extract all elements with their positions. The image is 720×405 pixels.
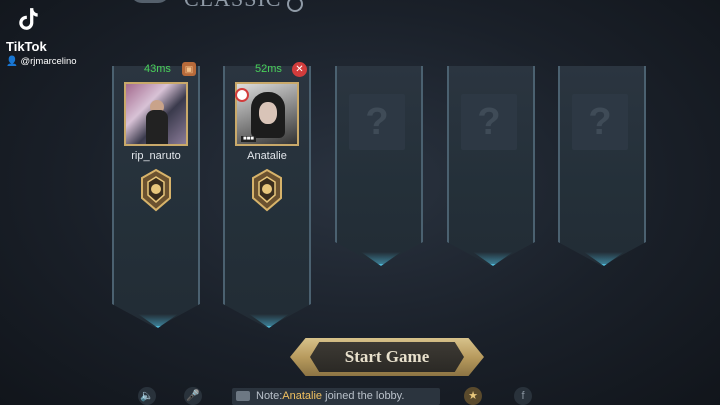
avatar-caption: ■■■: [241, 136, 256, 142]
player-slot-1[interactable]: 43ms ▣ rip_naruto: [112, 62, 200, 328]
question-mark-icon: ?: [588, 101, 612, 143]
chat-message: joined the lobby.: [322, 390, 405, 402]
speaker-icon[interactable]: 🔈: [138, 387, 156, 405]
ping-label: 52ms: [255, 63, 282, 75]
chat-bubble-icon: [236, 391, 250, 402]
empty-slot-4[interactable]: ?: [447, 66, 535, 266]
shop-icon[interactable]: ★: [464, 387, 482, 405]
player-avatar[interactable]: [124, 82, 188, 146]
report-icon[interactable]: ▣: [182, 62, 196, 76]
record-badge-icon: [235, 88, 249, 102]
question-mark-icon: ?: [365, 101, 389, 143]
empty-slot-3[interactable]: ?: [335, 66, 423, 266]
mode-logo-icon: [130, 0, 170, 3]
question-mark-icon: ?: [477, 101, 501, 143]
facebook-icon[interactable]: f: [514, 387, 532, 405]
chat-prefix: Note:: [256, 390, 283, 402]
game-mode-title: CLASSIC: [130, 0, 304, 12]
tiktok-brand: TikTok: [6, 39, 47, 54]
kick-button[interactable]: ✕: [292, 62, 307, 77]
player-name: Anatalie: [247, 150, 287, 162]
ping-label: 43ms: [144, 63, 171, 75]
empty-slot-5[interactable]: ?: [558, 66, 646, 266]
rank-emblem-icon: [141, 168, 171, 212]
start-game-button[interactable]: Start Game: [290, 338, 484, 376]
chat-player: Anatalie: [282, 390, 323, 402]
player-name: rip_naruto: [131, 150, 181, 162]
tiktok-watermark: TikTok 👤 @rjmarcelino: [6, 6, 77, 67]
mic-icon[interactable]: 🎤: [184, 387, 202, 405]
info-icon[interactable]: [287, 0, 304, 12]
tiktok-handle: 👤 @rjmarcelino: [6, 56, 77, 67]
user-icon: 👤: [6, 56, 18, 67]
tiktok-logo-icon: [19, 8, 38, 30]
start-game-label: Start Game: [310, 342, 464, 372]
chat-bar[interactable]: Note:Anatalie joined the lobby.: [232, 388, 440, 405]
player-slot-2[interactable]: 52ms ✕ ■■■ Anatalie: [223, 62, 311, 328]
rank-emblem-icon: [252, 168, 282, 212]
